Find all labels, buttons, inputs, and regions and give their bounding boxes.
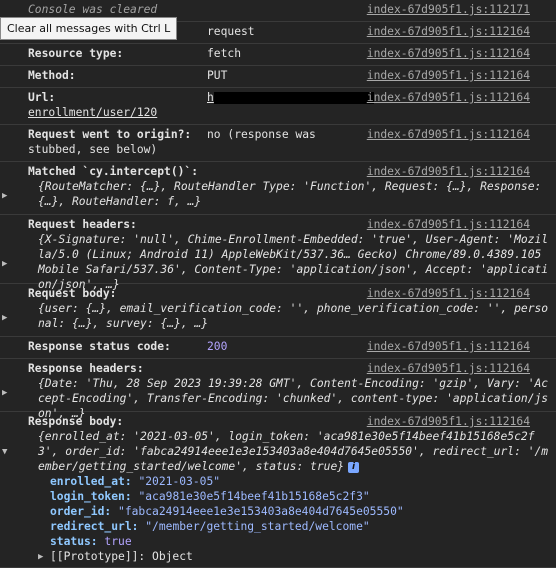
clear-console-tooltip: Clear all messages with Ctrl L — [0, 17, 178, 40]
prototype-row[interactable]: ▶ [[Prototype]]: Object — [38, 549, 556, 564]
expand-arrow-icon[interactable]: ▶ — [38, 550, 43, 565]
property-value: true — [104, 535, 132, 548]
property-value: "fabca24914eee1e3e153403a8e404d7645e0555… — [118, 505, 404, 518]
matched-object-line1[interactable]: {RouteMatcher: {…}, RouteHandler Type: '… — [28, 179, 556, 194]
method-label: Method: — [28, 69, 76, 82]
url-value-wrap: h — [207, 90, 374, 105]
source-link[interactable]: index-67d905f1.js:112164 — [367, 339, 530, 354]
request-body-line[interactable]: {user: {…}, email_verification_code: '',… — [28, 301, 556, 316]
response-body-line[interactable]: 3', order_id: 'fabca24914eee1e3e153403a8… — [28, 444, 556, 459]
url-value-prefix[interactable]: h — [207, 91, 214, 104]
source-link[interactable]: index-67d905f1.js:112164 — [367, 164, 530, 179]
redacted-url-block — [213, 92, 374, 104]
request-body-row: Request body: index-67d905f1.js:112164 ▶… — [0, 284, 556, 337]
resource-type-value: fetch — [207, 47, 242, 60]
matched-label: Matched `cy.intercept()`: — [28, 165, 199, 178]
request-headers-line[interactable]: Mobile Safari/537.36', Content-Type: 'ap… — [28, 262, 556, 277]
expand-arrow-icon[interactable]: ▶ — [2, 257, 7, 272]
response-body-line-wrap: ember/getting_started/welcome', status: … — [28, 459, 556, 474]
property-value: "aca981e30e5f14beef41b15168e5c2f3" — [138, 490, 370, 503]
resource-type-row: Resource type: fetch index-67d905f1.js:1… — [0, 44, 556, 66]
source-link[interactable]: index-67d905f1.js:112164 — [367, 361, 530, 376]
info-icon[interactable]: i — [348, 461, 360, 473]
property-row: enrolled_at: "2021-03-05" — [50, 474, 556, 489]
property-row: status: true — [50, 534, 556, 549]
source-link[interactable]: index-67d905f1.js:112171 — [367, 2, 530, 17]
property-key: enrolled_at: — [50, 475, 132, 488]
property-key: login_token: — [50, 490, 132, 503]
matched-row: Matched `cy.intercept()`: index-67d905f1… — [0, 162, 556, 215]
url-row: Url: h enrollment/user/120 index-67d905f… — [0, 88, 556, 125]
response-headers-line[interactable]: {Date: 'Thu, 28 Sep 2023 19:39:28 GMT', … — [28, 376, 556, 391]
request-headers-line[interactable]: {X-Signature: 'null', Chime-Enrollment-E… — [28, 232, 556, 247]
status-code-row: Response status code: 200 index-67d905f1… — [0, 337, 556, 359]
expand-arrow-icon[interactable]: ▶ — [2, 386, 7, 401]
source-link[interactable]: index-67d905f1.js:112164 — [367, 286, 530, 301]
response-body-row: Response body: index-67d905f1.js:112164 … — [0, 412, 556, 568]
source-link[interactable]: index-67d905f1.js:112164 — [367, 68, 530, 83]
response-headers-line[interactable]: cept-Encoding', Transfer-Encoding: 'chun… — [28, 391, 556, 406]
response-headers-label: Response headers: — [28, 362, 144, 375]
property-value: "/member/getting_started/welcome" — [145, 520, 370, 533]
response-headers-row: Response headers: index-67d905f1.js:1121… — [0, 359, 556, 420]
response-body-line[interactable]: ember/getting_started/welcome', status: … — [38, 460, 344, 473]
request-headers-line[interactable]: la/5.0 (Linux; Android 11) AppleWebKit/5… — [28, 247, 556, 262]
source-link[interactable]: index-67d905f1.js:112164 — [367, 414, 530, 429]
origin-value-line1: no (response was — [207, 128, 316, 141]
origin-row: Request went to origin?: no (response wa… — [0, 125, 556, 162]
property-key: redirect_url: — [50, 520, 139, 533]
request-headers-row: Request headers: index-67d905f1.js:11216… — [0, 215, 556, 291]
console-cleared-text: Console was cleared — [28, 3, 158, 16]
request-headers-label: Request headers: — [28, 218, 137, 231]
property-key: order_id: — [50, 505, 112, 518]
status-code-value: 200 — [207, 340, 228, 353]
property-key: status: — [50, 535, 98, 548]
property-value: "2021-03-05" — [138, 475, 221, 488]
collapse-arrow-icon[interactable]: ▼ — [2, 445, 7, 460]
alias-value: request — [207, 25, 255, 38]
source-link[interactable]: index-67d905f1.js:112164 — [367, 46, 530, 61]
request-body-line[interactable]: nal: {…}, survey: {…}, …} — [28, 316, 556, 331]
source-link[interactable]: index-67d905f1.js:112164 — [367, 90, 530, 105]
property-row: order_id: "fabca24914eee1e3e153403a8e404… — [50, 504, 556, 519]
origin-value-line2: stubbed, see below) — [28, 143, 158, 156]
method-row: Method: PUT index-67d905f1.js:112164 — [0, 66, 556, 88]
url-value-suffix[interactable]: enrollment/user/120 — [28, 105, 157, 120]
status-code-label: Response status code: — [28, 340, 171, 353]
url-label: Url: — [28, 91, 56, 104]
source-link[interactable]: index-67d905f1.js:112164 — [367, 217, 530, 232]
source-link[interactable]: index-67d905f1.js:112164 — [367, 127, 530, 142]
matched-object-line2[interactable]: {…}, RouteHandler: f, …} — [28, 194, 556, 209]
expand-arrow-icon[interactable]: ▶ — [2, 311, 7, 326]
property-row: redirect_url: "/member/getting_started/w… — [50, 519, 556, 534]
response-body-line[interactable]: {enrolled_at: '2021-03-05', login_token:… — [28, 429, 556, 444]
expanded-properties: enrolled_at: "2021-03-05" login_token: "… — [28, 474, 556, 564]
method-value: PUT — [207, 69, 228, 82]
response-body-label: Response body: — [28, 415, 124, 428]
request-body-label: Request body: — [28, 287, 117, 300]
resource-type-label: Resource type: — [28, 47, 124, 60]
property-row: login_token: "aca981e30e5f14beef41b15168… — [50, 489, 556, 504]
prototype-label[interactable]: [[Prototype]]: Object — [50, 550, 193, 563]
origin-label: Request went to origin?: — [28, 128, 192, 141]
source-link[interactable]: index-67d905f1.js:112164 — [367, 24, 530, 39]
expand-arrow-icon[interactable]: ▶ — [2, 189, 7, 204]
